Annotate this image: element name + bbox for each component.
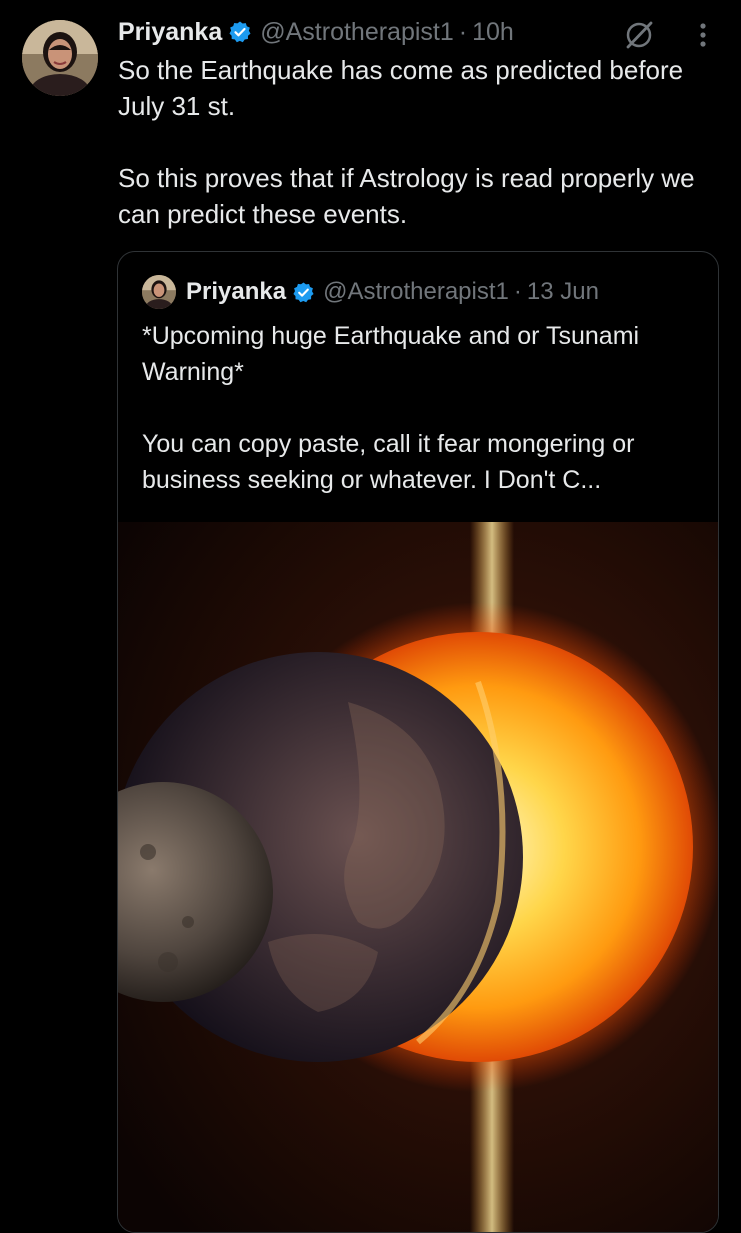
author-handle[interactable]: @Astrotherapist1 [260, 18, 454, 47]
tweet-header: Priyanka @Astrotherapist1 · 10h [118, 14, 514, 50]
quoted-tweet-text: *Upcoming huge Earthquake and or Tsunami… [142, 318, 702, 498]
quoted-author-avatar [142, 275, 176, 309]
quoted-author-name: Priyanka [186, 278, 287, 305]
verified-badge-icon [292, 281, 315, 304]
separator-dot: · [513, 278, 522, 305]
author-avatar[interactable] [22, 20, 98, 96]
grok-icon[interactable] [622, 18, 656, 52]
quoted-tweet-timestamp: 13 Jun [526, 278, 599, 305]
verified-badge-icon [228, 20, 252, 44]
tweet-paragraph: So the Earthquake has come as predicted … [118, 55, 684, 121]
quoted-tweet-header: Priyanka @Astrotherapist1 · 13 Jun [142, 272, 599, 312]
author-name[interactable]: Priyanka [118, 18, 222, 47]
quoted-author-handle: @Astrotherapist1 [323, 278, 509, 305]
more-options-icon[interactable] [690, 18, 716, 52]
avatar-portrait-image [22, 20, 98, 96]
quoted-tweet-media-image[interactable] [118, 522, 718, 1232]
quoted-paragraph: *Upcoming huge Earthquake and or Tsunami… [142, 322, 640, 386]
tweet-paragraph: So this proves that if Astrology is read… [118, 163, 695, 229]
quoted-tweet-card[interactable]: Priyanka @Astrotherapist1 · 13 Jun *Upco… [117, 251, 719, 1233]
separator-dot: · [458, 17, 468, 46]
quoted-paragraph: You can copy paste, call it fear mongeri… [142, 430, 635, 494]
tweet-text: So the Earthquake has come as predicted … [118, 52, 728, 232]
tweet-timestamp[interactable]: 10h [472, 18, 514, 47]
